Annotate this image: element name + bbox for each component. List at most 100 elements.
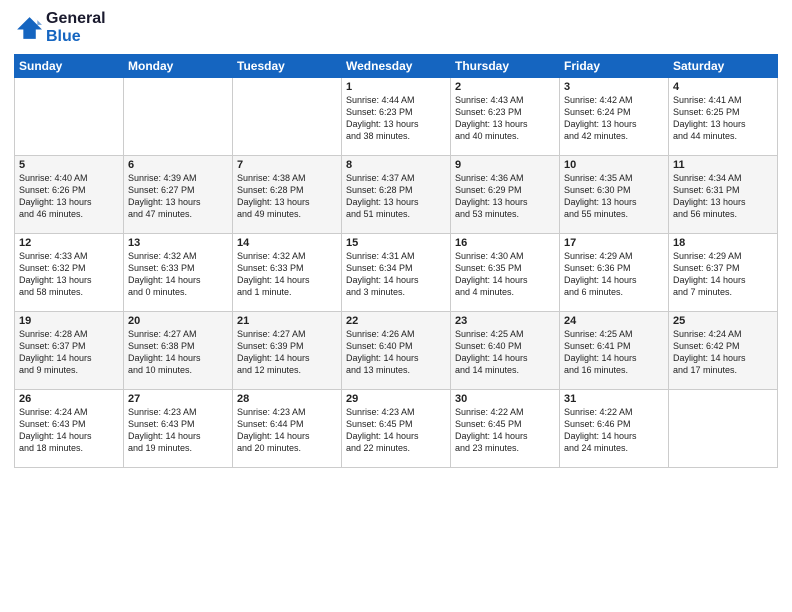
day-info: Sunrise: 4:22 AM Sunset: 6:46 PM Dayligh… (564, 406, 664, 455)
day-number: 20 (128, 315, 228, 327)
calendar-cell: 2Sunrise: 4:43 AM Sunset: 6:23 PM Daylig… (451, 78, 560, 156)
day-number: 2 (455, 81, 555, 93)
day-number: 29 (346, 393, 446, 405)
calendar-cell: 28Sunrise: 4:23 AM Sunset: 6:44 PM Dayli… (233, 390, 342, 468)
calendar-cell: 14Sunrise: 4:32 AM Sunset: 6:33 PM Dayli… (233, 234, 342, 312)
day-info: Sunrise: 4:23 AM Sunset: 6:43 PM Dayligh… (128, 406, 228, 455)
calendar-cell: 13Sunrise: 4:32 AM Sunset: 6:33 PM Dayli… (124, 234, 233, 312)
day-info: Sunrise: 4:29 AM Sunset: 6:36 PM Dayligh… (564, 250, 664, 299)
calendar-cell: 31Sunrise: 4:22 AM Sunset: 6:46 PM Dayli… (560, 390, 669, 468)
day-info: Sunrise: 4:24 AM Sunset: 6:43 PM Dayligh… (19, 406, 119, 455)
page: General Blue SundayMondayTuesdayWednesda… (0, 0, 792, 612)
day-number: 12 (19, 237, 119, 249)
calendar-cell: 24Sunrise: 4:25 AM Sunset: 6:41 PM Dayli… (560, 312, 669, 390)
day-number: 25 (673, 315, 773, 327)
day-info: Sunrise: 4:36 AM Sunset: 6:29 PM Dayligh… (455, 172, 555, 221)
calendar-cell: 12Sunrise: 4:33 AM Sunset: 6:32 PM Dayli… (15, 234, 124, 312)
day-number: 28 (237, 393, 337, 405)
day-number: 6 (128, 159, 228, 171)
calendar-cell: 23Sunrise: 4:25 AM Sunset: 6:40 PM Dayli… (451, 312, 560, 390)
day-number: 18 (673, 237, 773, 249)
day-number: 1 (346, 81, 446, 93)
day-info: Sunrise: 4:31 AM Sunset: 6:34 PM Dayligh… (346, 250, 446, 299)
logo: General Blue (14, 10, 106, 46)
calendar-cell: 8Sunrise: 4:37 AM Sunset: 6:28 PM Daylig… (342, 156, 451, 234)
calendar-cell: 27Sunrise: 4:23 AM Sunset: 6:43 PM Dayli… (124, 390, 233, 468)
calendar-cell: 21Sunrise: 4:27 AM Sunset: 6:39 PM Dayli… (233, 312, 342, 390)
logo-icon (14, 14, 42, 42)
calendar-cell: 22Sunrise: 4:26 AM Sunset: 6:40 PM Dayli… (342, 312, 451, 390)
day-number: 16 (455, 237, 555, 249)
day-info: Sunrise: 4:34 AM Sunset: 6:31 PM Dayligh… (673, 172, 773, 221)
day-number: 15 (346, 237, 446, 249)
weekday-header-thursday: Thursday (451, 55, 560, 78)
calendar-cell: 30Sunrise: 4:22 AM Sunset: 6:45 PM Dayli… (451, 390, 560, 468)
calendar-cell: 18Sunrise: 4:29 AM Sunset: 6:37 PM Dayli… (669, 234, 778, 312)
day-number: 27 (128, 393, 228, 405)
day-info: Sunrise: 4:35 AM Sunset: 6:30 PM Dayligh… (564, 172, 664, 221)
calendar-cell: 7Sunrise: 4:38 AM Sunset: 6:28 PM Daylig… (233, 156, 342, 234)
day-number: 23 (455, 315, 555, 327)
day-number: 5 (19, 159, 119, 171)
day-number: 8 (346, 159, 446, 171)
week-row-5: 26Sunrise: 4:24 AM Sunset: 6:43 PM Dayli… (15, 390, 778, 468)
day-number: 14 (237, 237, 337, 249)
day-info: Sunrise: 4:32 AM Sunset: 6:33 PM Dayligh… (128, 250, 228, 299)
day-info: Sunrise: 4:42 AM Sunset: 6:24 PM Dayligh… (564, 94, 664, 143)
day-info: Sunrise: 4:39 AM Sunset: 6:27 PM Dayligh… (128, 172, 228, 221)
day-info: Sunrise: 4:43 AM Sunset: 6:23 PM Dayligh… (455, 94, 555, 143)
header: General Blue (14, 10, 778, 46)
calendar-cell: 15Sunrise: 4:31 AM Sunset: 6:34 PM Dayli… (342, 234, 451, 312)
calendar-cell: 17Sunrise: 4:29 AM Sunset: 6:36 PM Dayli… (560, 234, 669, 312)
calendar-cell: 19Sunrise: 4:28 AM Sunset: 6:37 PM Dayli… (15, 312, 124, 390)
day-info: Sunrise: 4:26 AM Sunset: 6:40 PM Dayligh… (346, 328, 446, 377)
day-info: Sunrise: 4:25 AM Sunset: 6:41 PM Dayligh… (564, 328, 664, 377)
weekday-header-row: SundayMondayTuesdayWednesdayThursdayFrid… (15, 55, 778, 78)
logo-text: General Blue (46, 10, 106, 46)
day-number: 31 (564, 393, 664, 405)
weekday-header-saturday: Saturday (669, 55, 778, 78)
day-info: Sunrise: 4:28 AM Sunset: 6:37 PM Dayligh… (19, 328, 119, 377)
day-number: 26 (19, 393, 119, 405)
day-info: Sunrise: 4:23 AM Sunset: 6:44 PM Dayligh… (237, 406, 337, 455)
day-info: Sunrise: 4:24 AM Sunset: 6:42 PM Dayligh… (673, 328, 773, 377)
calendar-table: SundayMondayTuesdayWednesdayThursdayFrid… (14, 54, 778, 468)
day-info: Sunrise: 4:23 AM Sunset: 6:45 PM Dayligh… (346, 406, 446, 455)
weekday-header-sunday: Sunday (15, 55, 124, 78)
weekday-header-friday: Friday (560, 55, 669, 78)
calendar-cell: 3Sunrise: 4:42 AM Sunset: 6:24 PM Daylig… (560, 78, 669, 156)
day-number: 19 (19, 315, 119, 327)
weekday-header-wednesday: Wednesday (342, 55, 451, 78)
calendar-cell: 20Sunrise: 4:27 AM Sunset: 6:38 PM Dayli… (124, 312, 233, 390)
weekday-header-monday: Monday (124, 55, 233, 78)
day-info: Sunrise: 4:38 AM Sunset: 6:28 PM Dayligh… (237, 172, 337, 221)
calendar-cell (669, 390, 778, 468)
day-number: 13 (128, 237, 228, 249)
week-row-1: 1Sunrise: 4:44 AM Sunset: 6:23 PM Daylig… (15, 78, 778, 156)
calendar-cell (233, 78, 342, 156)
calendar-cell (124, 78, 233, 156)
day-number: 30 (455, 393, 555, 405)
day-info: Sunrise: 4:25 AM Sunset: 6:40 PM Dayligh… (455, 328, 555, 377)
calendar-cell: 26Sunrise: 4:24 AM Sunset: 6:43 PM Dayli… (15, 390, 124, 468)
day-info: Sunrise: 4:44 AM Sunset: 6:23 PM Dayligh… (346, 94, 446, 143)
calendar-cell: 16Sunrise: 4:30 AM Sunset: 6:35 PM Dayli… (451, 234, 560, 312)
calendar-cell: 6Sunrise: 4:39 AM Sunset: 6:27 PM Daylig… (124, 156, 233, 234)
day-info: Sunrise: 4:33 AM Sunset: 6:32 PM Dayligh… (19, 250, 119, 299)
calendar-cell (15, 78, 124, 156)
week-row-4: 19Sunrise: 4:28 AM Sunset: 6:37 PM Dayli… (15, 312, 778, 390)
calendar-cell: 5Sunrise: 4:40 AM Sunset: 6:26 PM Daylig… (15, 156, 124, 234)
day-info: Sunrise: 4:27 AM Sunset: 6:39 PM Dayligh… (237, 328, 337, 377)
calendar-cell: 11Sunrise: 4:34 AM Sunset: 6:31 PM Dayli… (669, 156, 778, 234)
calendar-cell: 4Sunrise: 4:41 AM Sunset: 6:25 PM Daylig… (669, 78, 778, 156)
calendar-cell: 9Sunrise: 4:36 AM Sunset: 6:29 PM Daylig… (451, 156, 560, 234)
day-number: 7 (237, 159, 337, 171)
day-number: 9 (455, 159, 555, 171)
day-number: 3 (564, 81, 664, 93)
day-info: Sunrise: 4:40 AM Sunset: 6:26 PM Dayligh… (19, 172, 119, 221)
weekday-header-tuesday: Tuesday (233, 55, 342, 78)
day-info: Sunrise: 4:32 AM Sunset: 6:33 PM Dayligh… (237, 250, 337, 299)
week-row-2: 5Sunrise: 4:40 AM Sunset: 6:26 PM Daylig… (15, 156, 778, 234)
day-number: 11 (673, 159, 773, 171)
week-row-3: 12Sunrise: 4:33 AM Sunset: 6:32 PM Dayli… (15, 234, 778, 312)
